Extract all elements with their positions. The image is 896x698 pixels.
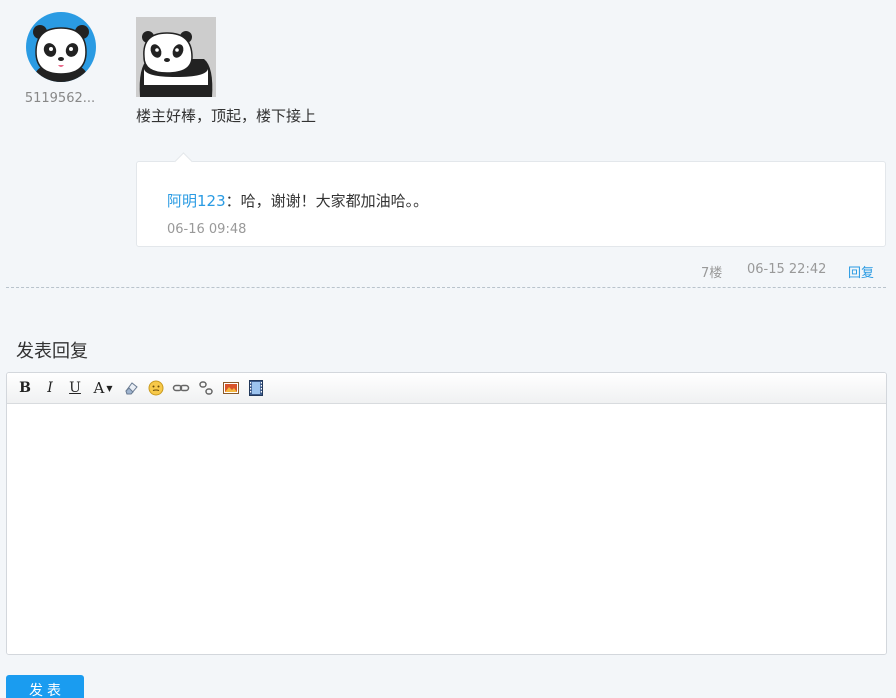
- sub-reply-content: 哈，谢谢！大家都加油哈。。: [240, 192, 429, 210]
- link-button[interactable]: [171, 378, 191, 398]
- divider: [6, 287, 886, 288]
- unlink-button[interactable]: [196, 378, 216, 398]
- insert-video-button[interactable]: [246, 378, 266, 398]
- user-avatar[interactable]: [26, 12, 96, 82]
- sub-reply-box: 阿明123：哈，谢谢！大家都加油哈。。 06-16 09:48: [136, 161, 886, 247]
- editor-toolbar: B I U A ▼: [7, 373, 886, 404]
- emoji-icon: [148, 380, 164, 396]
- eraser-button[interactable]: [121, 378, 141, 398]
- link-icon: [172, 384, 190, 392]
- sub-reply-time: 06-16 09:48: [167, 222, 247, 237]
- font-color-button[interactable]: A ▼: [90, 378, 116, 398]
- sub-reply-separator: ：: [225, 192, 241, 210]
- reply-link[interactable]: 回复: [848, 262, 874, 281]
- rich-text-editor: B I U A ▼: [6, 372, 887, 655]
- post-image[interactable]: [136, 17, 216, 97]
- reply-section-title: 发表回复: [16, 341, 88, 362]
- underline-button[interactable]: U: [65, 378, 85, 398]
- reply-textarea[interactable]: [7, 404, 886, 654]
- unlink-icon: [199, 381, 213, 395]
- video-icon: [249, 380, 263, 396]
- post-content: 楼主好棒，顶起，楼下接上: [136, 107, 317, 125]
- floor-number: 7楼: [701, 266, 723, 281]
- caret-down-icon: ▼: [106, 383, 113, 393]
- sub-reply-line: 阿明123：哈，谢谢！大家都加油哈。。: [167, 190, 428, 211]
- bold-button[interactable]: B: [15, 378, 35, 398]
- font-color-label: A: [93, 379, 105, 397]
- submit-button[interactable]: 发表: [6, 675, 84, 698]
- insert-image-button[interactable]: [221, 378, 241, 398]
- post-time: 06-15 22:42: [747, 262, 827, 277]
- image-icon: [223, 382, 239, 394]
- post-username[interactable]: 5119562...: [10, 91, 110, 106]
- italic-button[interactable]: I: [40, 378, 60, 398]
- panda-avatar-icon: [33, 25, 89, 82]
- panda-image: [136, 17, 216, 97]
- eraser-icon: [125, 382, 138, 395]
- sub-reply-user-link[interactable]: 阿明123: [167, 192, 226, 210]
- emoji-button[interactable]: [146, 378, 166, 398]
